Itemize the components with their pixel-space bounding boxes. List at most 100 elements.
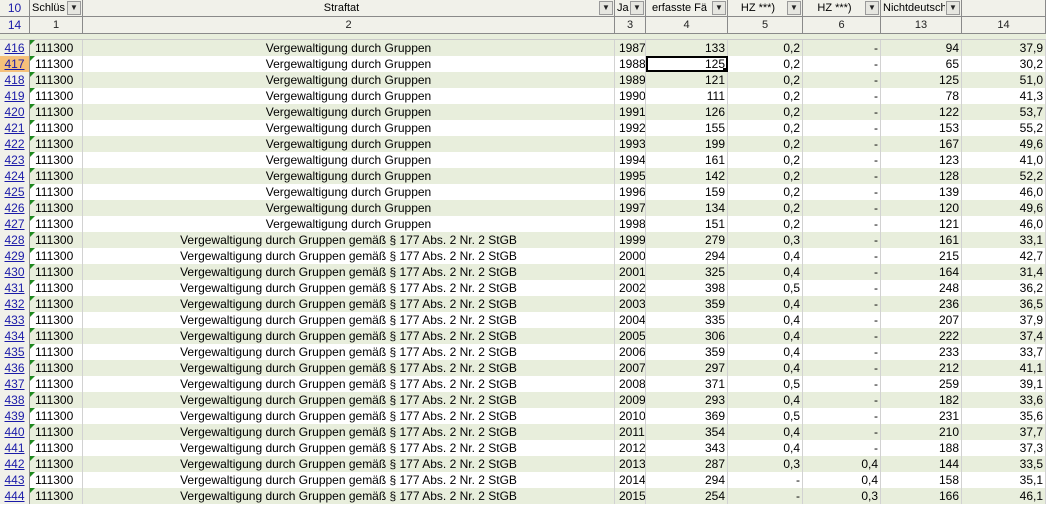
cell-nichtdeutsche[interactable]: 188 bbox=[881, 440, 962, 456]
cell-hz-1[interactable]: 0,2 bbox=[728, 88, 803, 104]
cell-hz-1[interactable]: 0,4 bbox=[728, 312, 803, 328]
cell-schluessel[interactable]: 111300 bbox=[30, 376, 83, 392]
cell-nichtdeutsche[interactable]: 164 bbox=[881, 264, 962, 280]
row-number[interactable]: 418 bbox=[0, 72, 30, 88]
cell-schluessel[interactable]: 111300 bbox=[30, 248, 83, 264]
cell-anteil[interactable]: 46,1 bbox=[962, 488, 1046, 504]
cell-anteil[interactable]: 49,6 bbox=[962, 136, 1046, 152]
cell-hz-1[interactable]: 0,4 bbox=[728, 392, 803, 408]
column-header-straftat[interactable]: Straftat ▼ bbox=[83, 0, 615, 17]
dropdown-arrow-icon[interactable]: ▼ bbox=[599, 1, 613, 15]
cell-hz-1[interactable]: 0,2 bbox=[728, 136, 803, 152]
row-number[interactable]: 422 bbox=[0, 136, 30, 152]
cell-schluessel[interactable]: 111300 bbox=[30, 472, 83, 488]
cell-straftat[interactable]: Vergewaltigung durch Gruppen gemäß § 177… bbox=[83, 392, 615, 408]
cell-erfasste-faelle[interactable]: 161 bbox=[646, 152, 728, 168]
cell-nichtdeutsche[interactable]: 161 bbox=[881, 232, 962, 248]
cell-schluessel[interactable]: 111300 bbox=[30, 264, 83, 280]
cell-schluessel[interactable]: 111300 bbox=[30, 312, 83, 328]
cell-erfasste-faelle[interactable]: 297 bbox=[646, 360, 728, 376]
cell-straftat[interactable]: Vergewaltigung durch Gruppen bbox=[83, 200, 615, 216]
filter-funnel-icon[interactable]: ▼ bbox=[67, 1, 81, 15]
cell-schluessel[interactable]: 111300 bbox=[30, 168, 83, 184]
cell-hz-1[interactable]: 0,3 bbox=[728, 456, 803, 472]
column-number[interactable]: 14 bbox=[962, 17, 1046, 34]
cell-erfasste-faelle[interactable]: 133 bbox=[646, 40, 728, 56]
cell-schluessel[interactable]: 111300 bbox=[30, 392, 83, 408]
cell-straftat[interactable]: Vergewaltigung durch Gruppen bbox=[83, 40, 615, 56]
cell-anteil[interactable]: 33,6 bbox=[962, 392, 1046, 408]
cell-straftat[interactable]: Vergewaltigung durch Gruppen gemäß § 177… bbox=[83, 344, 615, 360]
cell-hz-2[interactable]: - bbox=[803, 152, 881, 168]
cell-hz-2[interactable]: - bbox=[803, 72, 881, 88]
cell-hz-1[interactable]: 0,2 bbox=[728, 216, 803, 232]
cell-jahr[interactable]: 1987 bbox=[615, 40, 646, 56]
cell-anteil[interactable]: 33,5 bbox=[962, 456, 1046, 472]
row-number[interactable]: 423 bbox=[0, 152, 30, 168]
cell-schluessel[interactable]: 111300 bbox=[30, 440, 83, 456]
cell-jahr[interactable]: 2010 bbox=[615, 408, 646, 424]
cell-hz-2[interactable]: - bbox=[803, 104, 881, 120]
cell-hz-2[interactable]: - bbox=[803, 392, 881, 408]
cell-hz-2[interactable]: - bbox=[803, 264, 881, 280]
cell-erfasste-faelle[interactable]: 279 bbox=[646, 232, 728, 248]
cell-schluessel[interactable]: 111300 bbox=[30, 136, 83, 152]
row-number[interactable]: 438 bbox=[0, 392, 30, 408]
cell-erfasste-faelle[interactable]: 306 bbox=[646, 328, 728, 344]
cell-jahr[interactable]: 1993 bbox=[615, 136, 646, 152]
cell-schluessel[interactable]: 111300 bbox=[30, 152, 83, 168]
cell-anteil[interactable]: 51,0 bbox=[962, 72, 1046, 88]
row-number[interactable]: 437 bbox=[0, 376, 30, 392]
cell-nichtdeutsche[interactable]: 65 bbox=[881, 56, 962, 72]
cell-schluessel[interactable]: 111300 bbox=[30, 296, 83, 312]
column-header-schluessel[interactable]: Schlüs ▼ bbox=[30, 0, 83, 17]
cell-hz-2[interactable]: - bbox=[803, 200, 881, 216]
cell-nichtdeutsche[interactable]: 231 bbox=[881, 408, 962, 424]
cell-jahr[interactable]: 2002 bbox=[615, 280, 646, 296]
cell-hz-1[interactable]: - bbox=[728, 488, 803, 504]
row-number[interactable]: 429 bbox=[0, 248, 30, 264]
cell-jahr[interactable]: 1997 bbox=[615, 200, 646, 216]
corner-top[interactable]: 10 bbox=[0, 0, 30, 17]
cell-anteil[interactable]: 49,6 bbox=[962, 200, 1046, 216]
row-number[interactable]: 444 bbox=[0, 488, 30, 504]
cell-anteil[interactable]: 52,2 bbox=[962, 168, 1046, 184]
row-number[interactable]: 443 bbox=[0, 472, 30, 488]
cell-hz-2[interactable]: - bbox=[803, 40, 881, 56]
cell-nichtdeutsche[interactable]: 123 bbox=[881, 152, 962, 168]
column-number[interactable]: 1 bbox=[30, 17, 83, 34]
dropdown-arrow-icon[interactable]: ▼ bbox=[787, 1, 801, 15]
cell-straftat[interactable]: Vergewaltigung durch Gruppen gemäß § 177… bbox=[83, 360, 615, 376]
cell-nichtdeutsche[interactable]: 210 bbox=[881, 424, 962, 440]
cell-erfasste-faelle[interactable]: 398 bbox=[646, 280, 728, 296]
cell-jahr[interactable]: 2004 bbox=[615, 312, 646, 328]
row-number[interactable]: 425 bbox=[0, 184, 30, 200]
cell-hz-1[interactable]: 0,2 bbox=[728, 200, 803, 216]
dropdown-arrow-icon[interactable]: ▼ bbox=[865, 1, 879, 15]
cell-hz-2[interactable]: - bbox=[803, 360, 881, 376]
cell-schluessel[interactable]: 111300 bbox=[30, 120, 83, 136]
cell-hz-2[interactable]: - bbox=[803, 424, 881, 440]
cell-erfasste-faelle[interactable]: 287 bbox=[646, 456, 728, 472]
cell-straftat[interactable]: Vergewaltigung durch Gruppen gemäß § 177… bbox=[83, 488, 615, 504]
cell-jahr[interactable]: 2008 bbox=[615, 376, 646, 392]
cell-erfasste-faelle[interactable]: 159 bbox=[646, 184, 728, 200]
cell-hz-2[interactable]: - bbox=[803, 328, 881, 344]
cell-nichtdeutsche[interactable]: 248 bbox=[881, 280, 962, 296]
column-header-hz-1[interactable]: HZ ***) ▼ bbox=[728, 0, 803, 17]
cell-hz-1[interactable]: 0,2 bbox=[728, 184, 803, 200]
column-header-nichtdeutsche[interactable]: Nichtdeutsche Tatverdächtige ▼ bbox=[881, 0, 962, 17]
column-header-14[interactable] bbox=[962, 0, 1046, 17]
cell-nichtdeutsche[interactable]: 259 bbox=[881, 376, 962, 392]
cell-jahr[interactable]: 2000 bbox=[615, 248, 646, 264]
row-number[interactable]: 436 bbox=[0, 360, 30, 376]
row-number[interactable]: 434 bbox=[0, 328, 30, 344]
cell-schluessel[interactable]: 111300 bbox=[30, 328, 83, 344]
cell-schluessel[interactable]: 111300 bbox=[30, 408, 83, 424]
cell-straftat[interactable]: Vergewaltigung durch Gruppen bbox=[83, 168, 615, 184]
cell-erfasste-faelle[interactable]: 125 bbox=[646, 56, 728, 72]
column-number[interactable]: 4 bbox=[646, 17, 728, 34]
cell-hz-2[interactable]: - bbox=[803, 408, 881, 424]
cell-erfasste-faelle[interactable]: 354 bbox=[646, 424, 728, 440]
cell-schluessel[interactable]: 111300 bbox=[30, 344, 83, 360]
